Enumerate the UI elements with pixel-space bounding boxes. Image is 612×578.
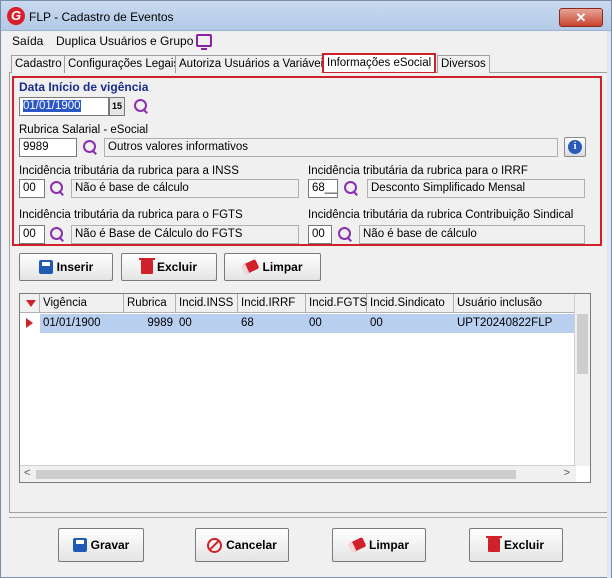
- monitor-icon[interactable]: [196, 34, 212, 50]
- vertical-scrollbar[interactable]: [574, 294, 590, 466]
- fgts-label: Incidência tributária da rubrica para o …: [19, 209, 243, 221]
- search-icon[interactable]: [49, 226, 66, 243]
- trash-icon: [138, 258, 155, 274]
- footer-delete-label: Excluir: [503, 538, 545, 552]
- window-title: FLP - Cadastro de Eventos: [29, 10, 174, 24]
- current-row-icon: [26, 318, 33, 328]
- trash-icon: [485, 536, 502, 552]
- tab-configuracoes-legais[interactable]: Configurações Legais: [64, 55, 184, 73]
- inss-label: Incidência tributária da rubrica para a …: [19, 165, 239, 177]
- irrf-description: Desconto Simplificado Mensal: [367, 179, 585, 198]
- cell-usuario-inclusao: UPT20240822FLP: [454, 314, 576, 333]
- close-button[interactable]: ✕: [559, 8, 603, 27]
- grid-header: Vigência Rubrica Incid.INSS Incid.IRRF I…: [20, 294, 576, 313]
- cancel-button[interactable]: Cancelar: [195, 528, 289, 562]
- cell-incid-fgts: 00: [306, 314, 367, 333]
- date-label: Data Início de vigência: [19, 80, 149, 94]
- col-incid-fgts[interactable]: Incid.FGTS: [306, 294, 367, 313]
- menu-duplica-usuarios[interactable]: Duplica Usuários e Grupo: [56, 34, 193, 48]
- col-rubrica[interactable]: Rubrica: [124, 294, 176, 313]
- save-icon: [38, 260, 53, 274]
- horizontal-scrollbar[interactable]: < >: [20, 465, 576, 482]
- footer-clear-label: Limpar: [368, 538, 409, 552]
- clear-label: Limpar: [262, 260, 303, 274]
- search-icon[interactable]: [343, 180, 360, 197]
- col-usuario-inclusao[interactable]: Usuário inclusão: [454, 294, 576, 313]
- fgts-code-input[interactable]: 00: [19, 225, 45, 244]
- events-grid[interactable]: Vigência Rubrica Incid.INSS Incid.IRRF I…: [19, 293, 591, 483]
- inss-description: Não é base de cálculo: [71, 179, 299, 198]
- search-icon[interactable]: [133, 98, 150, 115]
- save-label: Gravar: [90, 538, 130, 552]
- cell-rubrica: 9989: [124, 314, 176, 333]
- rubrica-code-input[interactable]: 9989: [19, 138, 77, 157]
- cell-vigencia: 01/01/1900: [40, 314, 124, 333]
- save-button[interactable]: Gravar: [58, 528, 144, 562]
- menu-saida[interactable]: Saída: [12, 34, 43, 48]
- scroll-left-icon[interactable]: <: [24, 467, 30, 479]
- cell-incid-inss: 00: [176, 314, 238, 333]
- info-icon: i: [568, 140, 582, 154]
- col-incid-inss[interactable]: Incid.INSS: [176, 294, 238, 313]
- info-button[interactable]: i: [564, 137, 586, 157]
- eraser-icon: [241, 259, 260, 275]
- table-row[interactable]: 01/01/1900 9989 00 68 00 00 UPT20240822F…: [20, 314, 576, 333]
- tab-cadastro[interactable]: Cadastro: [11, 55, 66, 73]
- save-icon: [72, 538, 87, 552]
- scroll-thumb[interactable]: [36, 470, 516, 479]
- menu-bar: Saída Duplica Usuários e Grupo: [1, 31, 611, 53]
- irrf-code-input[interactable]: 68__: [308, 179, 338, 198]
- sort-arrow-icon: [26, 300, 36, 307]
- inss-code-input[interactable]: 00: [19, 179, 45, 198]
- tab-informacoes-esocial[interactable]: Informações eSocial: [322, 53, 437, 74]
- insert-label: Inserir: [56, 260, 94, 274]
- title-bar: G FLP - Cadastro de Eventos ✕: [1, 1, 611, 31]
- scroll-thumb[interactable]: [577, 314, 588, 374]
- footer-clear-button[interactable]: Limpar: [332, 528, 426, 562]
- footer-delete-button[interactable]: Excluir: [469, 528, 563, 562]
- date-input[interactable]: 01/01/1900: [19, 97, 109, 116]
- sindical-description: Não é base de cálculo: [359, 225, 585, 244]
- calendar-button[interactable]: 15: [109, 97, 125, 116]
- delete-button[interactable]: Excluir: [121, 253, 217, 281]
- scroll-right-icon[interactable]: >: [564, 467, 570, 479]
- sort-indicator[interactable]: [20, 294, 40, 313]
- sindical-label: Incidência tributária da rubrica Contrib…: [308, 209, 574, 221]
- tab-autoriza-usuarios[interactable]: Autoriza Usuários a Variáveis: [175, 55, 333, 73]
- cell-incid-sindicato: 00: [367, 314, 454, 333]
- window-edge: [607, 31, 611, 578]
- main-window: G FLP - Cadastro de Eventos ✕ Saída Dupl…: [0, 0, 612, 578]
- fgts-description: Não é Base de Cálculo do FGTS: [71, 225, 299, 244]
- irrf-label: Incidência tributária da rubrica para o …: [308, 165, 528, 177]
- footer-separator: [9, 517, 607, 518]
- eraser-icon: [347, 537, 367, 553]
- col-incid-sindicato[interactable]: Incid.Sindicato: [367, 294, 454, 313]
- search-icon[interactable]: [82, 139, 99, 156]
- sindical-code-input[interactable]: 00: [308, 225, 332, 244]
- tab-diversos[interactable]: Diversos: [437, 55, 490, 73]
- delete-label: Excluir: [156, 260, 198, 274]
- search-icon[interactable]: [49, 180, 66, 197]
- rubrica-description: Outros valores informativos: [104, 138, 558, 157]
- rubrica-label: Rubrica Salarial - eSocial: [19, 124, 149, 136]
- cell-incid-irrf: 68: [238, 314, 306, 333]
- clear-button[interactable]: Limpar: [224, 253, 321, 281]
- tab-strip: Cadastro Configurações Legais Autoriza U…: [9, 53, 609, 74]
- col-vigencia[interactable]: Vigência: [40, 294, 124, 313]
- cancel-icon: [207, 537, 223, 553]
- col-incid-irrf[interactable]: Incid.IRRF: [238, 294, 306, 313]
- search-icon[interactable]: [337, 226, 354, 243]
- app-logo-icon: G: [7, 7, 25, 25]
- cancel-label: Cancelar: [226, 538, 277, 552]
- insert-button[interactable]: Inserir: [19, 253, 113, 281]
